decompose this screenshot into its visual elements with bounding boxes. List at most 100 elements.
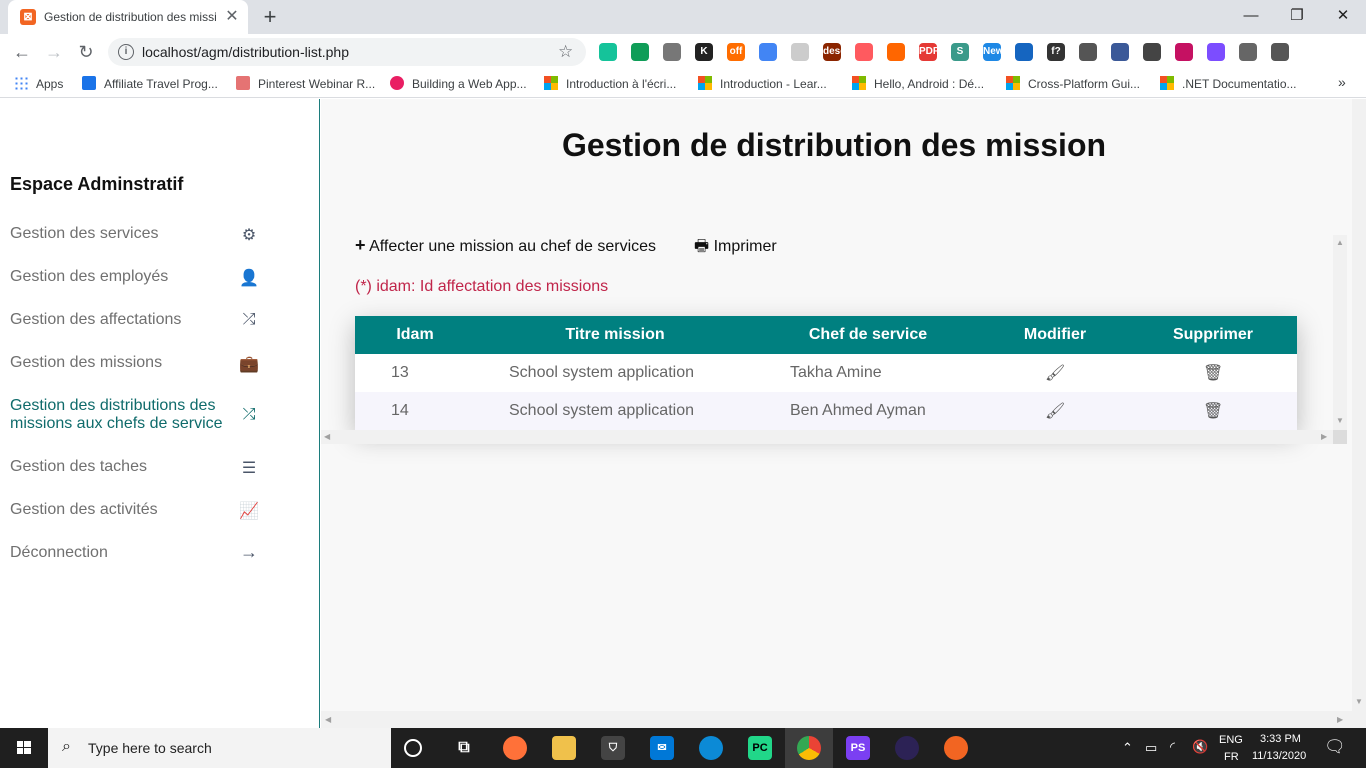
scroll-down-icon[interactable]: ▼ (1336, 416, 1344, 425)
extension-icon[interactable] (1207, 43, 1225, 61)
scroll-right-icon[interactable]: ▶ (1321, 432, 1327, 441)
taskbar-search[interactable]: ⌕ Type here to search (48, 728, 391, 768)
mail-icon[interactable]: ✉ (650, 736, 674, 760)
postman-icon[interactable] (944, 736, 968, 760)
tasks-icon: ☰ (241, 460, 257, 477)
edge-icon[interactable] (699, 736, 723, 760)
minimize-icon[interactable]: — (1236, 4, 1266, 28)
sidebar-item-services[interactable]: Gestion des services (10, 225, 310, 243)
sidebar-item-affectations[interactable]: Gestion des affectations (10, 311, 310, 329)
extension-icon[interactable] (631, 43, 649, 61)
page-vertical-scrollbar[interactable]: ▼ (1352, 99, 1366, 728)
extension-icon[interactable]: K (695, 43, 713, 61)
extension-icon[interactable] (791, 43, 809, 61)
scroll-left-icon[interactable]: ◀ (324, 432, 330, 441)
bookmark-affiliate[interactable]: Affiliate Travel Prog... (82, 76, 218, 92)
extension-icon[interactable] (1079, 43, 1097, 61)
sidebar-item-taches[interactable]: Gestion des taches (10, 458, 310, 476)
more-bookmarks-icon[interactable]: » (1338, 74, 1346, 90)
file-explorer-icon[interactable] (552, 736, 576, 760)
notifications-icon[interactable]: 🗨 (1324, 737, 1346, 757)
sidebar-item-deconnection[interactable]: Déconnection (10, 544, 310, 562)
wifi-icon[interactable]: ◜ (1170, 739, 1175, 755)
site-info-icon[interactable]: i (118, 44, 134, 60)
sidebar-item-distributions[interactable]: Gestion des distributions des missions a… (10, 397, 240, 433)
bookmarks-bar: Apps Affiliate Travel Prog... Pinterest … (0, 70, 1366, 98)
extension-icon[interactable] (1271, 43, 1289, 61)
bookmark-pinterest[interactable]: Pinterest Webinar R... (236, 76, 375, 92)
bookmark-webapp[interactable]: Building a Web App... (390, 76, 527, 92)
edit-brush-icon[interactable]: 🖌 (1045, 363, 1065, 383)
forward-icon[interactable]: → (42, 40, 66, 64)
delete-trash-icon[interactable]: 🗑 (1203, 401, 1223, 421)
extension-icon[interactable] (855, 43, 873, 61)
clock-time[interactable]: 3:33 PM (1260, 733, 1301, 745)
extension-icon[interactable] (663, 43, 681, 61)
pycharm-icon[interactable]: PC (748, 736, 772, 760)
extension-icon[interactable] (1143, 43, 1161, 61)
extension-icon[interactable] (599, 43, 617, 61)
url-text[interactable]: localhost/agm/distribution-list.php (142, 44, 349, 60)
phpstorm-icon[interactable]: PS (846, 736, 870, 760)
windows-start-icon[interactable] (0, 728, 48, 768)
firefox-icon[interactable] (503, 736, 527, 760)
page-horizontal-scrollbar[interactable]: ◀ ▶ (321, 711, 1352, 728)
browser-tab[interactable]: ⊠ Gestion de distribution des missi ✕ (8, 0, 248, 34)
tray-chevron-icon[interactable]: ⌃ (1122, 740, 1133, 756)
reload-icon[interactable]: ↻ (74, 40, 98, 64)
scroll-up-icon[interactable]: ▲ (1336, 238, 1344, 247)
bookmark-star-icon[interactable]: ☆ (558, 42, 573, 62)
ag-icon (236, 76, 250, 90)
inner-horizontal-scrollbar[interactable]: ◀ ▶ (321, 430, 1347, 444)
eclipse-icon[interactable] (895, 736, 919, 760)
extension-icon[interactable] (1175, 43, 1193, 61)
sidebar-item-missions[interactable]: Gestion des missions (10, 354, 310, 372)
scroll-left-icon[interactable]: ◀ (325, 715, 331, 724)
bookmark-dotnet[interactable]: .NET Documentatio... (1160, 76, 1297, 92)
play-icon (390, 76, 404, 90)
clock-date[interactable]: 11/13/2020 (1252, 750, 1306, 762)
edit-brush-icon[interactable]: 🖌 (1045, 401, 1065, 421)
extension-icon[interactable]: off (727, 43, 745, 61)
scroll-down-icon[interactable]: ▼ (1355, 697, 1363, 706)
extension-icon[interactable]: desc (823, 43, 846, 61)
print-link[interactable]: 🖶 Imprimer (694, 235, 777, 262)
extension-icon[interactable] (759, 43, 777, 61)
volume-muted-icon[interactable]: 🔇 (1192, 739, 1208, 755)
sidebar-item-employes[interactable]: Gestion des employés (10, 268, 310, 286)
inner-vertical-scrollbar[interactable]: ▲ ▼ (1333, 235, 1347, 430)
add-mission-link[interactable]: + Affecter une mission au chef de servic… (355, 235, 656, 256)
extension-icon[interactable]: S (951, 43, 969, 61)
bookmark-hello-android[interactable]: Hello, Android : Dé... (852, 76, 984, 92)
extension-icon[interactable] (1239, 43, 1257, 61)
bookmark-apps[interactable]: Apps (14, 76, 63, 92)
delete-trash-icon[interactable]: 🗑 (1203, 363, 1223, 383)
scroll-right-icon[interactable]: ▶ (1337, 715, 1343, 724)
new-tab-icon[interactable]: + (258, 6, 282, 28)
lang-top[interactable]: ENG (1219, 734, 1243, 746)
restore-icon[interactable]: ❐ (1282, 4, 1312, 28)
bookmark-intro-ecri[interactable]: Introduction à l'écri... (544, 76, 676, 92)
lang-bottom[interactable]: FR (1224, 751, 1239, 763)
scroll-corner (1333, 430, 1347, 444)
extension-icon[interactable]: PDF (919, 43, 939, 61)
bookmark-intro-learn[interactable]: Introduction - Lear... (698, 76, 827, 92)
chrome-icon[interactable] (797, 736, 821, 760)
bookmark-cross-platform[interactable]: Cross-Platform Gui... (1006, 76, 1140, 92)
battery-icon[interactable]: ▭ (1145, 740, 1157, 756)
task-view-icon[interactable]: ⧉ (452, 736, 476, 760)
address-bar[interactable]: i localhost/agm/distribution-list.php ☆ (108, 38, 586, 66)
store-icon[interactable]: ⛉ (601, 736, 625, 760)
back-icon[interactable]: ← (10, 40, 34, 64)
extension-icon[interactable] (1015, 43, 1033, 61)
extension-icon[interactable] (887, 43, 905, 61)
close-window-icon[interactable]: ✕ (1328, 4, 1358, 28)
close-tab-icon[interactable]: ✕ (222, 7, 242, 27)
extension-icon[interactable] (1111, 43, 1129, 61)
tab-strip: ⊠ Gestion de distribution des missi ✕ + … (0, 0, 1366, 34)
extension-icon[interactable]: New (983, 43, 1004, 61)
col-header-supprimer: Supprimer (1172, 326, 1253, 343)
sidebar-item-activites[interactable]: Gestion des activités (10, 501, 310, 519)
cortana-icon[interactable] (404, 739, 422, 757)
extension-icon[interactable]: f? (1047, 43, 1065, 61)
